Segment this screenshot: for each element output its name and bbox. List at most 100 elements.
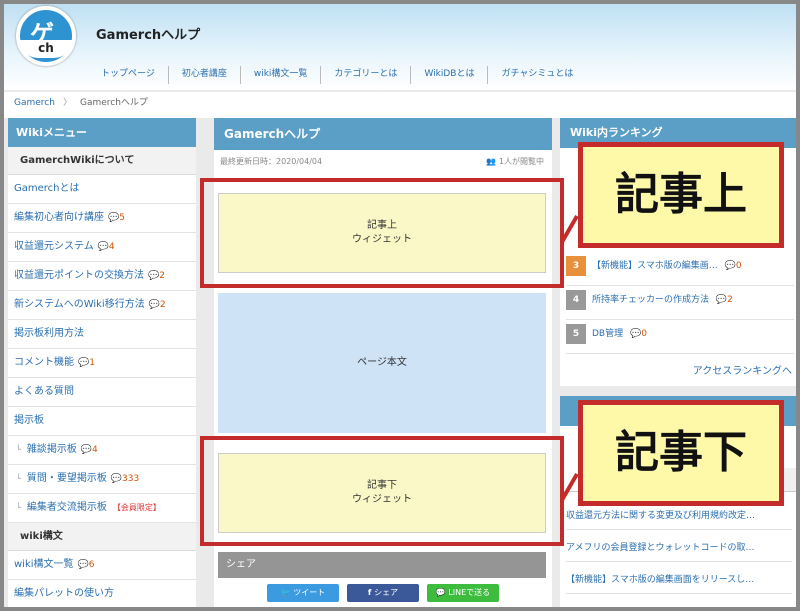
line-share-label: LINEで送る	[448, 588, 491, 597]
menu-item[interactable]: よくある質問	[8, 378, 196, 407]
share-buttons: 🐦 ツイート f シェア 💬 LINEで送る	[214, 584, 552, 602]
ranking-item-label: 【新機能】スマホ版の編集画…	[592, 261, 718, 271]
menu-subitem[interactable]: └ 雑談掲示板 💬4	[8, 436, 196, 465]
comment-count: 💬0	[627, 329, 647, 339]
news-item[interactable]: アメフリの会員登録とウォレットコードの取…	[566, 534, 792, 562]
nav-gacha-sim[interactable]: ガチャシミュとは	[488, 66, 586, 84]
site-header: ゲ ch Gamerchヘルプ トップページ 初心者講座 wiki構文一覧 カテ…	[4, 4, 796, 90]
menu-item-label: 編集初心者向け講座	[14, 212, 104, 223]
menu-item[interactable]: 収益還元ポイントの交換方法 💬2	[8, 262, 196, 291]
page-body: ページ本文	[218, 293, 546, 433]
comment-count-value: 0	[641, 329, 647, 339]
members-only-badge: 【会員限定】	[112, 503, 161, 512]
comment-count: 💬4	[81, 445, 98, 455]
menu-item[interactable]: 掲示板利用方法	[8, 320, 196, 349]
news-item[interactable]: 【新機能】スマホ版の編集画面をリリースし…	[566, 566, 792, 594]
menu-item[interactable]: 掲示板	[8, 407, 196, 436]
comment-count: 💬6	[78, 560, 95, 570]
ranking-item[interactable]: 4 所持率チェッカーの作成方法 💬2	[566, 286, 794, 320]
menu-item-label: よくある質問	[14, 386, 74, 397]
top-callout-label: 記事上	[578, 142, 784, 248]
comment-count-value: 0	[735, 261, 742, 271]
menu-item[interactable]: 新システムへのWiki移行方法 💬2	[8, 291, 196, 320]
facebook-share-label: シェア	[374, 588, 399, 597]
comment-count: 💬333	[111, 474, 139, 484]
line-icon: 💬	[435, 588, 449, 597]
comment-count-value: 5	[119, 213, 125, 223]
menu-item-label: 新システムへのWiki移行方法	[14, 299, 145, 310]
bottom-widget-highlight	[200, 436, 564, 546]
breadcrumb: Gamerch 〉 Gamerchヘルプ	[4, 92, 796, 118]
bottom-callout-label: 記事下	[578, 400, 784, 506]
nav-top-page[interactable]: トップページ	[88, 66, 169, 84]
facebook-share-button[interactable]: f シェア	[347, 584, 419, 602]
line-share-button[interactable]: 💬 LINEで送る	[427, 584, 499, 602]
comment-count-value: 2	[159, 271, 165, 281]
twitter-icon: 🐦	[280, 588, 294, 597]
comment-icon: 💬	[78, 358, 90, 368]
menu-subitem-label: 編集者交流掲示板	[26, 502, 107, 513]
menu-subitem-label: 雑談掲示板	[26, 444, 77, 455]
comment-count: 💬2	[148, 271, 165, 281]
comment-icon: 💬	[627, 329, 642, 339]
nav-wiki-syntax[interactable]: wiki構文一覧	[241, 66, 322, 84]
page-meta: 最終更新日時：2020/04/04 👥 1人が閲覧中	[214, 150, 552, 174]
comment-count: 💬0	[722, 261, 742, 271]
menu-subitem[interactable]: └ 質問・要望掲示板 💬333	[8, 465, 196, 494]
nav-beginner-course[interactable]: 初心者講座	[169, 66, 241, 84]
top-widget-highlight	[200, 178, 564, 288]
comment-icon: 💬	[148, 300, 160, 310]
site-title[interactable]: Gamerchヘルプ	[96, 24, 200, 43]
subitem-marker-icon: └	[16, 474, 21, 483]
comment-count-value: 333	[122, 474, 140, 484]
rank-number: 4	[566, 289, 586, 310]
menu-section-syntax: wiki構文	[8, 523, 196, 551]
comment-count-value: 2	[727, 295, 733, 305]
menu-subitem[interactable]: └ 編集者交流掲示板 【会員限定】	[8, 494, 196, 523]
comment-count: 💬2	[149, 300, 166, 310]
menu-item-label: 収益還元ポイントの交換方法	[14, 270, 144, 281]
gamerch-logo[interactable]: ゲ ch	[16, 6, 76, 66]
menu-subitem-label: 質問・要望掲示板	[26, 473, 107, 484]
comment-icon: 💬	[148, 271, 160, 281]
menu-item[interactable]: wiki構文一覧 💬6	[8, 551, 196, 580]
menu-item-label: 編集パレットの使い方	[14, 588, 114, 599]
comment-count: 💬1	[78, 358, 95, 368]
menu-item[interactable]: 収益還元システム 💬4	[8, 233, 196, 262]
menu-item[interactable]: Gamerchとは	[8, 175, 196, 204]
breadcrumb-root[interactable]: Gamerch	[14, 98, 55, 108]
breadcrumb-separator: 〉	[62, 98, 72, 108]
comment-count-value: 1	[89, 358, 95, 368]
menu-item-label: 収益還元システム	[14, 241, 94, 252]
subitem-marker-icon: └	[16, 445, 21, 454]
comment-count: 💬4	[98, 242, 115, 252]
menu-item-label: Gamerchとは	[14, 183, 80, 194]
nav-wikidb[interactable]: WikiDBとは	[411, 66, 489, 84]
nav-category[interactable]: カテゴリーとは	[321, 66, 412, 84]
menu-item-label: コメント機能	[14, 357, 74, 368]
menu-item[interactable]: コメント機能 💬1	[8, 349, 196, 378]
access-ranking-link[interactable]: アクセスランキングへ	[693, 362, 792, 377]
menu-item[interactable]: 編集初心者向け講座 💬5	[8, 204, 196, 233]
viewer-count-text: 1人が閲覧中	[498, 157, 544, 166]
breadcrumb-current: Gamerchヘルプ	[79, 98, 148, 108]
comment-count-value: 4	[92, 445, 98, 455]
comment-count-value: 2	[159, 300, 166, 310]
ranking-item[interactable]: 5 DB管理 💬0	[566, 320, 794, 354]
comment-icon: 💬	[77, 560, 89, 570]
global-nav: トップページ 初心者講座 wiki構文一覧 カテゴリーとは WikiDBとは ガ…	[88, 66, 586, 84]
comment-count: 💬2	[713, 295, 733, 305]
last-updated: 最終更新日時：2020/04/04	[220, 157, 323, 166]
viewer-count: 👥 1人が閲覧中	[486, 150, 544, 174]
menu-item[interactable]: 編集パレットの使い方	[8, 580, 196, 607]
comment-icon: 💬	[97, 242, 109, 252]
rank-number: 5	[566, 323, 586, 344]
ranking-item[interactable]: 3 【新機能】スマホ版の編集画… 💬0	[566, 252, 794, 286]
wiki-menu: Wikiメニュー GamerchWikiについて Gamerchとは 編集初心者向…	[8, 118, 196, 607]
comment-icon: 💬	[80, 445, 93, 455]
menu-section-about: GamerchWikiについて	[8, 147, 196, 175]
tweet-label: ツイート	[293, 588, 326, 597]
ranking-item-label: 所持率チェッカーの作成方法	[592, 295, 710, 305]
news-item[interactable]: 収益還元方法に関する変更及び利用規約改定…	[566, 502, 792, 530]
tweet-button[interactable]: 🐦 ツイート	[267, 584, 339, 602]
